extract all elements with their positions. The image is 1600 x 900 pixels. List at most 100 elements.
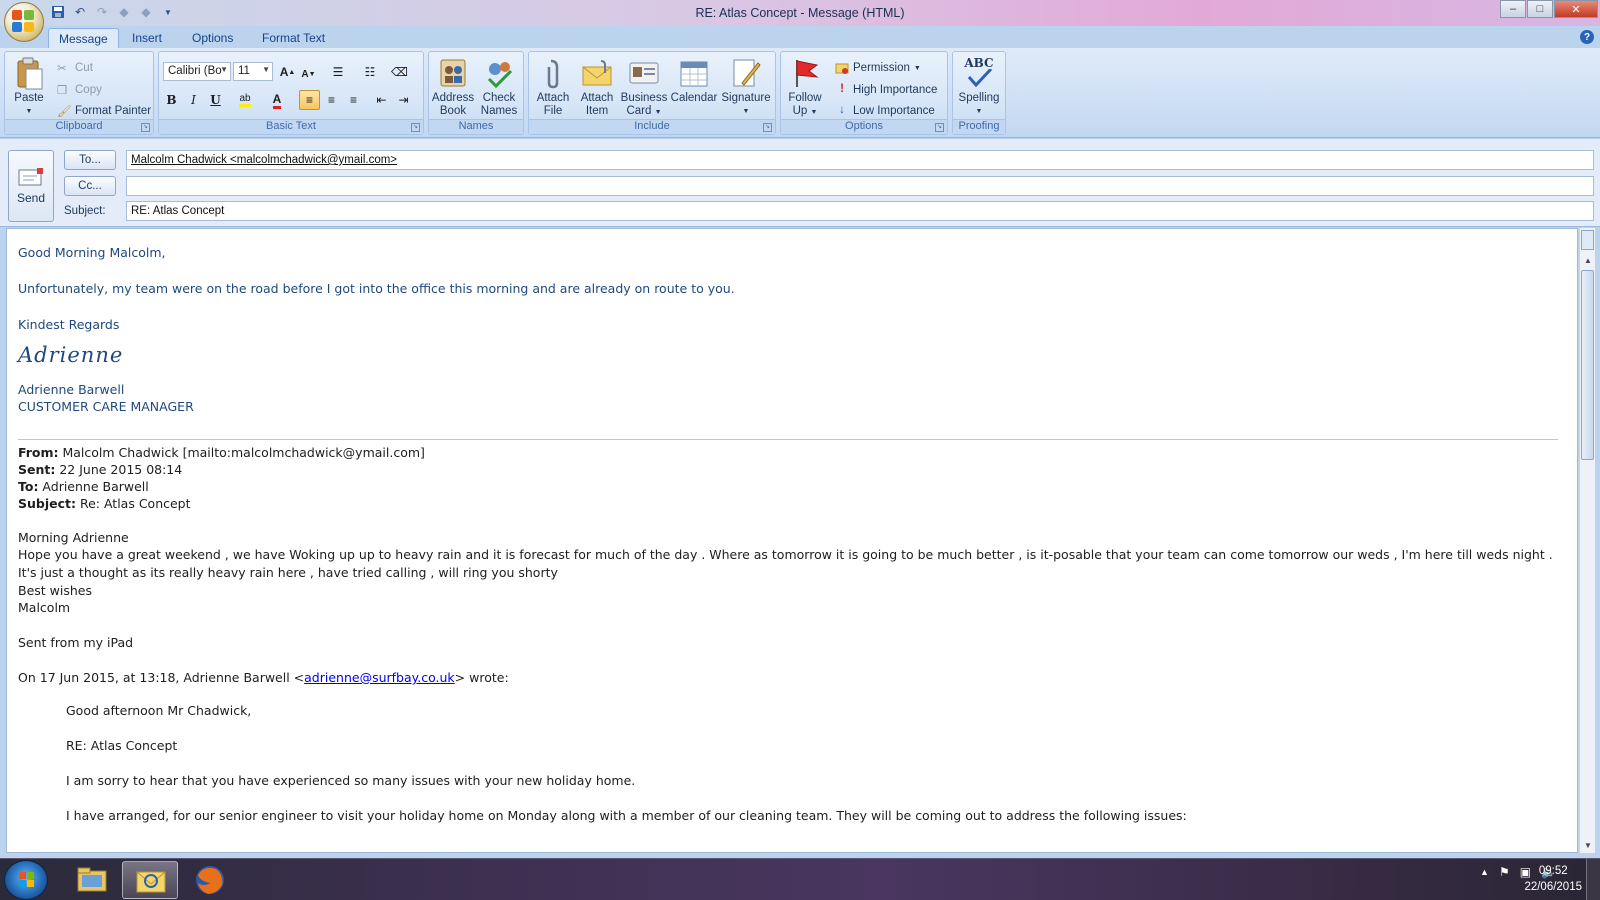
clear-formatting-button[interactable]: ⌫	[389, 62, 410, 82]
show-desktop-button[interactable]	[1586, 859, 1600, 900]
to-field[interactable]: Malcolm Chadwick <malcolmchadwick@ymail.…	[126, 150, 1594, 170]
message-content: Good Morning Malcolm, Unfortunately, my …	[18, 244, 1558, 824]
to-button[interactable]: To...	[64, 150, 116, 170]
vertical-scrollbar[interactable]: ▲ ▼	[1579, 228, 1595, 853]
bullets-button[interactable]: ☰	[325, 62, 351, 82]
quoted-to: To: Adrienne Barwell	[18, 479, 149, 494]
paste-label: Paste	[14, 92, 44, 104]
proofing-group: ABC Spelling ▼ Proofing	[952, 51, 1006, 135]
scroll-up-icon[interactable]: ▲	[1580, 254, 1596, 268]
scroll-down-icon[interactable]: ▼	[1580, 839, 1596, 853]
closing-text: Kindest Regards	[18, 317, 120, 332]
follow-up-button[interactable]: Follow Up ▼	[783, 55, 827, 117]
font-color-button[interactable]: A	[263, 90, 291, 110]
check-names-button[interactable]: Check Names	[477, 55, 521, 117]
align-center-button[interactable]: ≡	[321, 90, 342, 110]
address-book-button[interactable]: Address Book	[431, 55, 475, 117]
clipboard-launcher-icon[interactable]: ↘	[141, 123, 150, 132]
ruler-icon[interactable]	[1581, 230, 1594, 250]
signature-script: Adrienne	[18, 343, 124, 367]
align-right-icon: ≡	[349, 93, 357, 107]
cut-label: Cut	[75, 62, 93, 74]
tab-options[interactable]: Options	[182, 28, 243, 48]
office-button[interactable]	[4, 2, 44, 42]
low-importance-button[interactable]: ↓ Low Importance	[835, 101, 935, 121]
align-left-button[interactable]: ≡	[299, 90, 320, 110]
underline-button[interactable]: U	[205, 90, 226, 110]
close-button[interactable]: ✕	[1554, 0, 1598, 18]
clock-time: 09:52	[1538, 865, 1568, 877]
chevron-down-icon: ▼	[913, 64, 921, 72]
clock[interactable]: 09:52 22/06/2015	[1524, 863, 1582, 895]
minimize-button[interactable]: –	[1500, 0, 1526, 18]
align-right-button[interactable]: ≡	[343, 90, 364, 110]
shrink-font-label: A	[301, 68, 309, 80]
permission-icon	[835, 61, 849, 75]
cc-button[interactable]: Cc...	[64, 176, 116, 196]
tab-format-text[interactable]: Format Text	[252, 28, 335, 48]
highlight-button[interactable]: ab	[231, 90, 259, 110]
grow-font-button[interactable]: A ▲	[277, 62, 298, 82]
show-hidden-icons-icon[interactable]: ▲	[1480, 867, 1489, 877]
basic-text-launcher-icon[interactable]: ↘	[411, 123, 420, 132]
shrink-font-button[interactable]: A ▼	[298, 64, 319, 84]
attach-item-button[interactable]: Attach Item	[575, 55, 619, 117]
tab-message[interactable]: Message	[48, 28, 119, 48]
taskbar: ▲ ⚑ ▣ 🔈 09:52 22/06/2015	[0, 858, 1600, 900]
office-logo-icon	[12, 10, 36, 34]
font-size-select[interactable]: 11 ▼	[233, 62, 273, 81]
address-book-label: Address Book	[431, 92, 475, 117]
signature-button[interactable]: Signature ▼	[719, 55, 773, 115]
cut-button[interactable]: ✂ Cut	[57, 58, 93, 78]
business-card-button[interactable]: Business Card ▼	[619, 55, 669, 117]
body-line: Unfortunately, my team were on the road …	[18, 281, 735, 296]
basic-text-group-label: Basic Text	[159, 119, 423, 134]
signature-icon	[730, 57, 762, 89]
attach-file-button[interactable]: Attach File	[531, 55, 575, 117]
options-launcher-icon[interactable]: ↘	[935, 123, 944, 132]
eraser-icon: ⌫	[391, 65, 408, 79]
send-button[interactable]: Send	[8, 150, 54, 222]
signature-title: CUSTOMER CARE MANAGER	[18, 399, 194, 414]
firefox-icon[interactable]	[182, 861, 238, 899]
quoted-text: Hope you have a great weekend , we have …	[18, 547, 1553, 580]
action-center-flag-icon[interactable]: ⚑	[1499, 865, 1510, 879]
address-book-icon	[437, 57, 469, 89]
format-painter-button[interactable]: 🖌 Format Painter	[57, 101, 151, 121]
include-group: Attach File Attach Item Business Card ▼ Cal…	[528, 51, 776, 135]
start-button[interactable]	[4, 860, 48, 900]
font-size-value: 11	[238, 65, 250, 77]
outlook-icon[interactable]	[122, 861, 178, 899]
message-header: Send To... Malcolm Chadwick <malcolmchad…	[0, 139, 1600, 227]
message-body[interactable]: Good Morning Malcolm, Unfortunately, my …	[6, 228, 1578, 853]
increase-indent-button[interactable]: ⇥	[393, 90, 414, 110]
tab-insert[interactable]: Insert	[122, 28, 172, 48]
font-name-select[interactable]: Calibri (Bo ▼	[163, 62, 231, 81]
bold-button[interactable]: B	[161, 90, 182, 110]
paste-button[interactable]: Paste ▼	[7, 55, 51, 115]
include-launcher-icon[interactable]: ↘	[763, 123, 772, 132]
high-importance-button[interactable]: ! High Importance	[835, 80, 937, 100]
permission-button[interactable]: Permission ▼	[835, 58, 921, 78]
highlighter-icon: ab	[239, 93, 251, 107]
help-icon[interactable]: ?	[1580, 30, 1594, 44]
email-link[interactable]: adrienne@surfbay.co.uk	[304, 670, 455, 685]
numbering-button[interactable]: ☷	[355, 62, 385, 82]
maximize-button[interactable]: □	[1527, 0, 1553, 18]
numbering-icon: ☷	[364, 65, 376, 79]
copy-button[interactable]: ❐ Copy	[57, 80, 102, 100]
cc-field[interactable]	[126, 176, 1594, 196]
envelope-icon	[581, 57, 613, 89]
spelling-button[interactable]: ABC Spelling ▼	[957, 55, 1001, 116]
inner-greeting: Good afternoon Mr Chadwick,	[66, 703, 252, 718]
file-explorer-icon[interactable]	[64, 861, 120, 899]
subject-field[interactable]: RE: Atlas Concept	[126, 201, 1594, 221]
italic-button[interactable]: I	[183, 90, 204, 110]
signature-name: Adrienne Barwell	[18, 382, 125, 397]
inner-re-line: RE: Atlas Concept	[66, 738, 178, 753]
calendar-button[interactable]: Calendar	[669, 55, 719, 115]
scroll-thumb[interactable]	[1581, 270, 1594, 460]
grow-font-label: A	[279, 65, 289, 79]
to-recipient[interactable]: Malcolm Chadwick <malcolmchadwick@ymail.…	[131, 154, 397, 166]
decrease-indent-button[interactable]: ⇤	[371, 90, 392, 110]
